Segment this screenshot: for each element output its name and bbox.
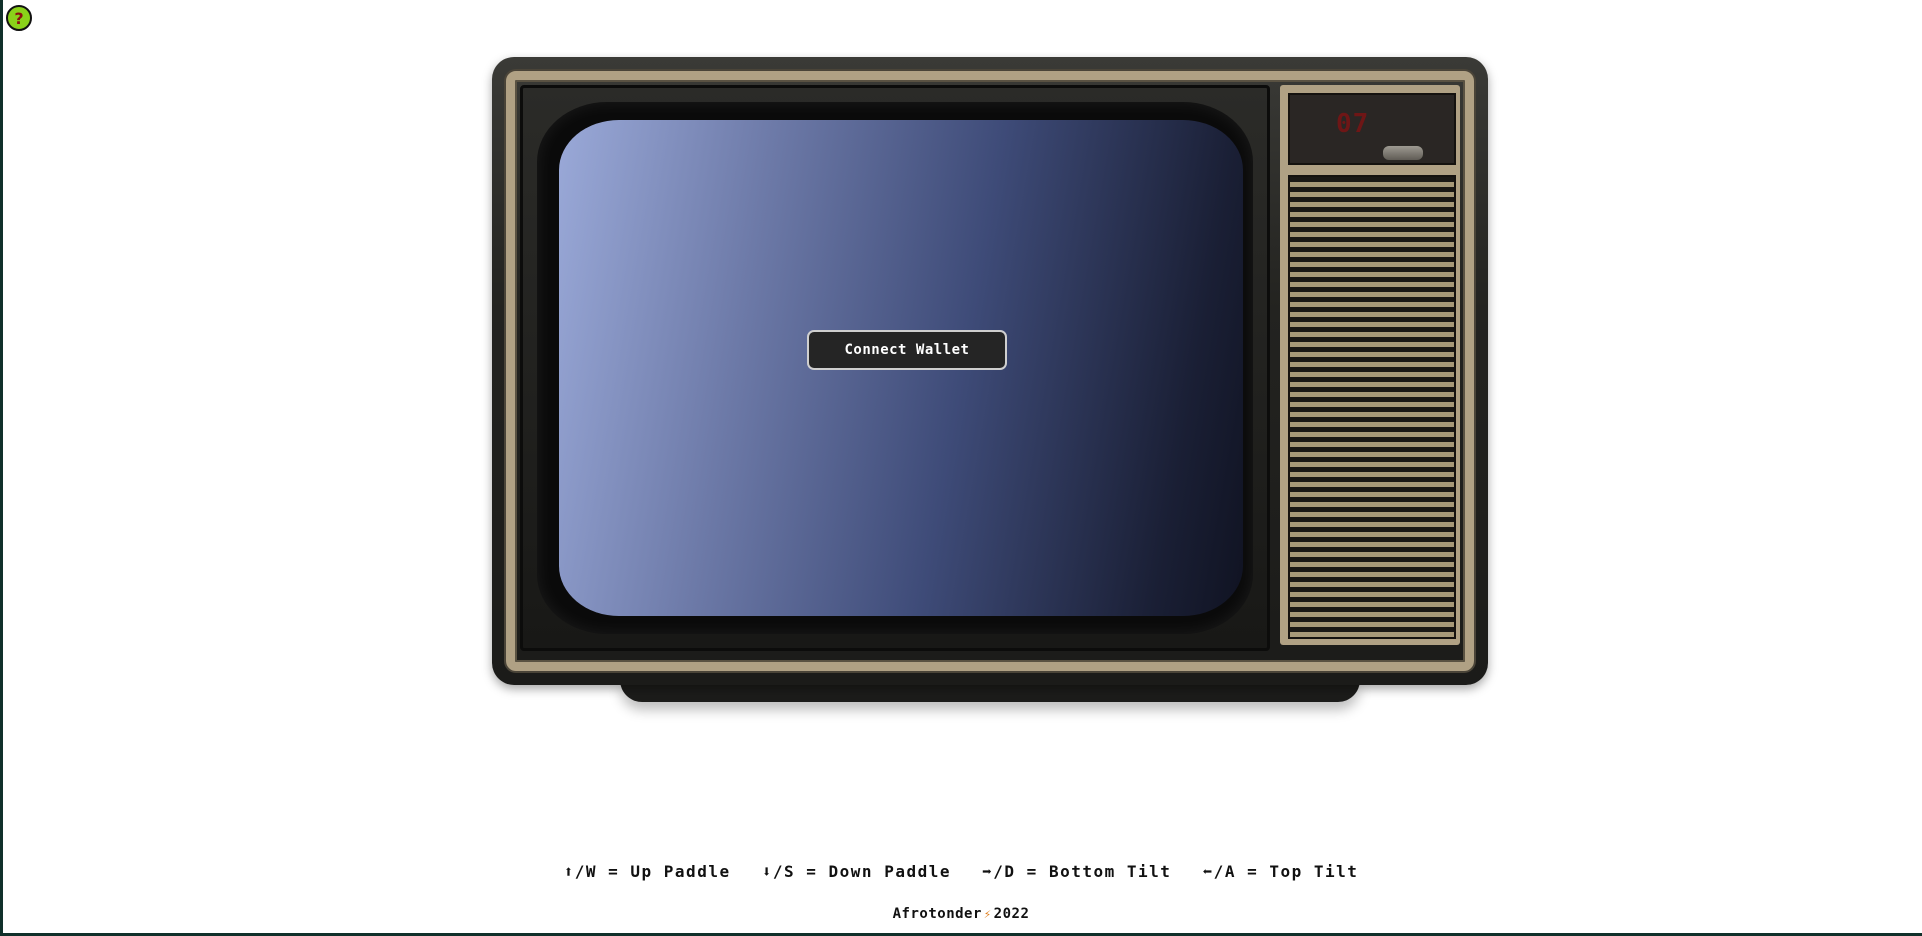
screen-frame: Connect Wallet <box>537 102 1253 634</box>
channel-display: 07 <box>1336 109 1370 139</box>
lightning-icon: ⚡ <box>983 907 992 921</box>
game-screen: Connect Wallet <box>559 120 1243 616</box>
window-left-border <box>0 0 3 936</box>
tv-cabinet: Connect Wallet 07 <box>492 57 1488 685</box>
footer-credit: Afrotonder ⚡ 2022 <box>0 906 1922 922</box>
channel-display-panel: 07 <box>1288 93 1456 165</box>
footer-author: Afrotonder <box>892 906 982 922</box>
footer-year: 2022 <box>993 906 1030 922</box>
tv-bezel: Connect Wallet <box>520 85 1270 651</box>
power-knob <box>1382 145 1424 161</box>
help-button[interactable]: ? <box>6 5 32 31</box>
help-icon: ? <box>14 8 24 28</box>
control-up: ⬆/W = Up Paddle <box>563 862 731 881</box>
control-down: ⬇/S = Down Paddle <box>761 862 951 881</box>
control-right: ➡/D = Bottom Tilt <box>982 862 1172 881</box>
controls-legend: ⬆/W = Up Paddle ⬇/S = Down Paddle ➡/D = … <box>0 862 1922 881</box>
speaker-grille <box>1288 175 1456 639</box>
connect-wallet-button[interactable]: Connect Wallet <box>807 330 1007 370</box>
tv-control-panel: 07 <box>1280 85 1460 645</box>
control-left: ⬅/A = Top Tilt <box>1202 862 1359 881</box>
